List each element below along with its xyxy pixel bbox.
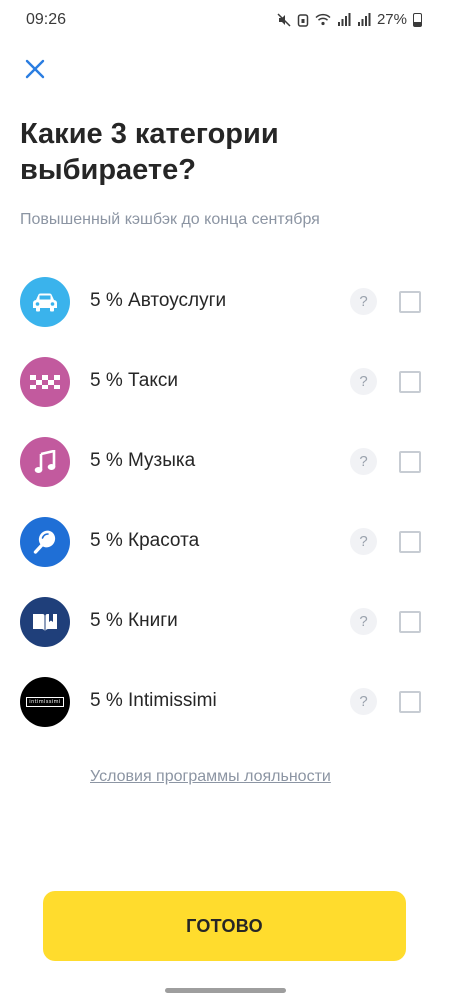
category-checkbox[interactable] <box>399 371 421 393</box>
page-title: Какие 3 категории выбираете? <box>20 118 279 186</box>
help-button[interactable]: ? <box>350 448 377 475</box>
intimissimi-logo-text: intimissimi <box>26 697 64 707</box>
category-item-intimissimi[interactable]: intimissimi 5 % Intimissimi ? <box>0 662 450 742</box>
category-checkbox[interactable] <box>399 691 421 713</box>
battery-icon <box>413 12 422 27</box>
loyalty-terms-link[interactable]: Условия программы лояльности <box>90 768 331 786</box>
mirror-icon <box>20 517 70 567</box>
help-button[interactable]: ? <box>350 288 377 315</box>
taxi-icon <box>20 357 70 407</box>
category-label: 5 % Такси <box>90 370 178 391</box>
category-item-taxi[interactable]: 5 % Такси ? <box>0 342 450 422</box>
signal-2-icon <box>357 13 371 26</box>
status-bar: 09:26 27% <box>0 0 450 40</box>
wifi-icon <box>315 13 331 26</box>
category-label: 5 % Книги <box>90 610 178 631</box>
help-button[interactable]: ? <box>350 688 377 715</box>
alarm-icon <box>297 13 309 27</box>
page-subtitle: Повышенный кэшбэк до конца сентября <box>20 211 320 228</box>
category-item-books[interactable]: 5 % Книги ? <box>0 582 450 662</box>
category-checkbox[interactable] <box>399 611 421 633</box>
category-checkbox[interactable] <box>399 451 421 473</box>
help-button[interactable]: ? <box>350 608 377 635</box>
intimissimi-logo: intimissimi <box>20 677 70 727</box>
book-icon <box>20 597 70 647</box>
done-button[interactable]: ГОТОВО <box>43 891 406 961</box>
music-note-icon <box>20 437 70 487</box>
category-list: 5 % Автоуслуги ? 5 % Такси ? 5 % Музыка … <box>0 262 450 742</box>
close-button[interactable] <box>18 52 52 86</box>
category-item-auto[interactable]: 5 % Автоуслуги ? <box>0 262 450 342</box>
help-button[interactable]: ? <box>350 528 377 555</box>
help-button[interactable]: ? <box>350 368 377 395</box>
category-label: 5 % Музыка <box>90 450 196 471</box>
status-icons: 27% <box>277 11 422 28</box>
home-indicator[interactable] <box>165 988 286 993</box>
category-item-beauty[interactable]: 5 % Красота ? <box>0 502 450 582</box>
car-icon <box>20 277 70 327</box>
category-checkbox[interactable] <box>399 531 421 553</box>
category-label: 5 % Красота <box>90 530 200 551</box>
close-icon <box>25 59 45 79</box>
category-label: 5 % Intimissimi <box>90 690 217 711</box>
signal-icon <box>337 13 351 26</box>
category-checkbox[interactable] <box>399 291 421 313</box>
category-item-music[interactable]: 5 % Музыка ? <box>0 422 450 502</box>
category-label: 5 % Автоуслуги <box>90 290 227 311</box>
mute-icon <box>277 12 291 27</box>
status-time: 09:26 <box>26 11 67 28</box>
battery-percent: 27% <box>376 11 407 28</box>
